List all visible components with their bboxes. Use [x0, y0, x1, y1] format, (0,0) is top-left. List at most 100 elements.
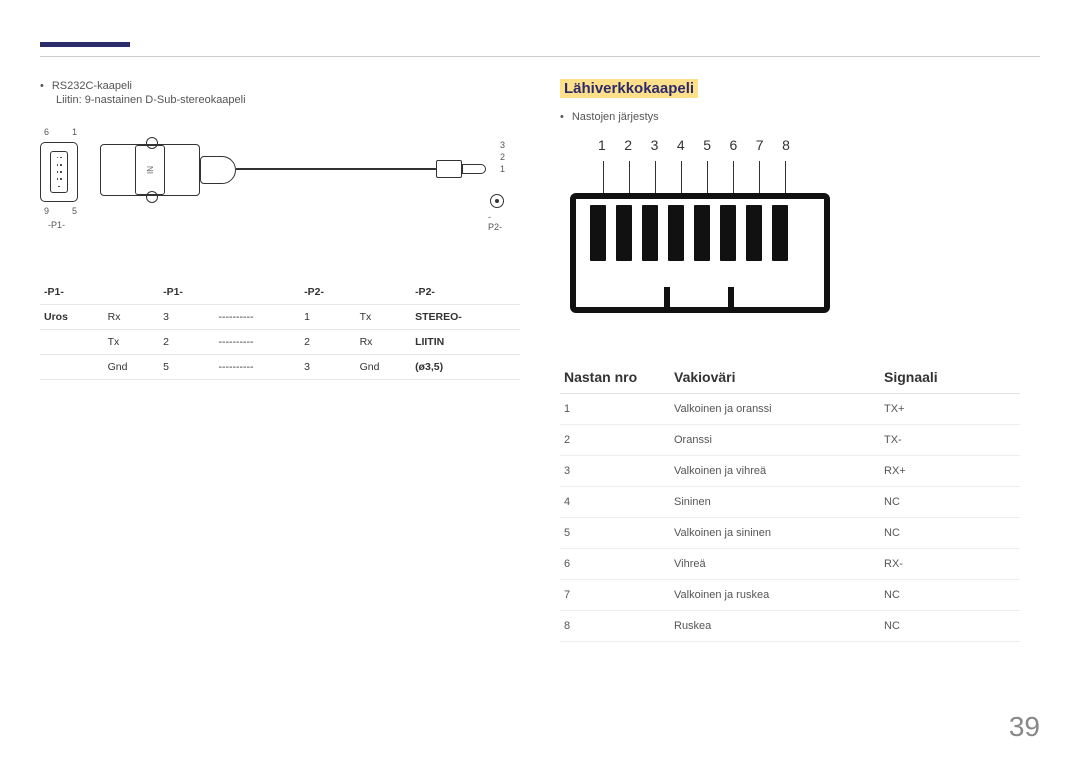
table-cell: 6: [560, 549, 670, 580]
table-cell: STEREO-: [411, 305, 520, 330]
table-cell: 4: [560, 487, 670, 518]
table-cell: Rx: [356, 330, 411, 355]
table-row: 1Valkoinen ja oranssiTX+: [560, 394, 1020, 425]
right-column: Lähiverkkokaapeli Nastojen järjestys 123…: [560, 80, 1040, 642]
table-cell: [40, 330, 104, 355]
table-cell: [40, 355, 104, 380]
table-cell: 7: [560, 580, 670, 611]
table-cell: NC: [880, 518, 1020, 549]
stereo-jack-icon: [490, 194, 504, 208]
table-row: 6VihreäRX-: [560, 549, 1020, 580]
table-row: 7Valkoinen ja ruskeaNC: [560, 580, 1020, 611]
header-accent: [40, 42, 130, 47]
table-cell: NC: [880, 580, 1020, 611]
table-cell: Gnd: [104, 355, 159, 380]
table-row: Tx2----------2RxLIITIN: [40, 330, 520, 355]
table-cell: 2: [560, 425, 670, 456]
table-cell: Valkoinen ja ruskea: [670, 580, 880, 611]
table-cell: TX-: [880, 425, 1020, 456]
pin-label-5: 5: [72, 206, 77, 216]
pin-label-6: 6: [44, 127, 49, 137]
header-line: [40, 56, 1040, 57]
dsub-connector-schematic: [40, 142, 78, 202]
rj45-pin-number: 6: [729, 137, 737, 153]
tip-label-3: 3: [500, 140, 505, 150]
table-cell: Vihreä: [670, 549, 880, 580]
table-cell: TX+: [880, 394, 1020, 425]
p2-label: -P2-: [488, 212, 502, 232]
table-cell: Rx: [104, 305, 159, 330]
th-color: Vakioväri: [670, 361, 880, 394]
cable-strain-relief: [200, 156, 236, 184]
table-cell: Uros: [40, 305, 104, 330]
rs232c-label: RS232C-kaapeli: [52, 80, 132, 92]
table-cell: 3: [300, 355, 355, 380]
tip-label-1: 1: [500, 164, 505, 174]
rj45-pin-number: 3: [651, 137, 659, 153]
rj45-clip: [664, 287, 734, 313]
table-cell: 5: [560, 518, 670, 549]
table-cell: Oranssi: [670, 425, 880, 456]
table-cell: Gnd: [356, 355, 411, 380]
pin-label-9: 9: [44, 206, 49, 216]
table-cell: 3: [560, 456, 670, 487]
rj45-pin-number: 8: [782, 137, 790, 153]
rj45-pin-number: 2: [624, 137, 632, 153]
page-header-rule: [40, 56, 1040, 57]
th-p1a: -P1-: [40, 280, 104, 305]
table-cell: ----------: [215, 305, 301, 330]
table-row: UrosRx3----------1TxSTEREO-: [40, 305, 520, 330]
table-cell: LIITIN: [411, 330, 520, 355]
table-cell: RX-: [880, 549, 1020, 580]
rs232c-pin-table: -P1- -P1- -P2- -P2- UrosRx3----------1Tx…: [40, 280, 520, 380]
rj45-contacts: [590, 205, 788, 261]
rj45-pin-number: 1: [598, 137, 606, 153]
dsub-in-label: IN: [135, 145, 165, 195]
rs232c-subline: Liitin: 9-nastainen D-Sub-stereokaapeli: [56, 94, 520, 106]
bullet-icon: [560, 111, 564, 123]
rj45-diagram: 12345678: [570, 137, 890, 337]
th-blank2: [215, 280, 301, 305]
rj45-pin-number: 7: [756, 137, 764, 153]
table-cell: Valkoinen ja sininen: [670, 518, 880, 549]
table-cell: 3: [159, 305, 214, 330]
table-cell: Valkoinen ja oranssi: [670, 394, 880, 425]
table-cell: Sininen: [670, 487, 880, 518]
lan-section-title: Lähiverkkokaapeli: [560, 80, 698, 97]
table-cell: Ruskea: [670, 611, 880, 642]
lan-title-text: Lähiverkkokaapeli: [560, 79, 698, 98]
table-cell: RX+: [880, 456, 1020, 487]
rj45-pin-numbers: 12345678: [598, 137, 790, 153]
table-cell: 8: [560, 611, 670, 642]
th-signal: Signaali: [880, 361, 1020, 394]
left-column: RS232C-kaapeli Liitin: 9-nastainen D-Sub…: [40, 80, 520, 642]
table-cell: NC: [880, 487, 1020, 518]
table-row: 3Valkoinen ja vihreäRX+: [560, 456, 1020, 487]
table-cell: ----------: [215, 330, 301, 355]
rs232c-cable-diagram: 6 1 9 5 -P1- IN -P2-: [40, 124, 500, 274]
table-row: Gnd5----------3Gnd(ø3,5): [40, 355, 520, 380]
th-blank1: [104, 280, 159, 305]
table-cell: 2: [300, 330, 355, 355]
page-number: 39: [1009, 711, 1040, 743]
table-cell: ----------: [215, 355, 301, 380]
p1-label: -P1-: [48, 220, 65, 230]
rj45-connector-body: [570, 193, 830, 313]
table-cell: 1: [300, 305, 355, 330]
table-cell: Tx: [356, 305, 411, 330]
tip-label-2: 2: [500, 152, 505, 162]
th-p2b: -P2-: [411, 280, 520, 305]
lan-bullet-text: Nastojen järjestys: [572, 111, 659, 123]
table-row: 4SininenNC: [560, 487, 1020, 518]
rs232c-bullet: RS232C-kaapeli: [40, 80, 520, 92]
table-cell: Tx: [104, 330, 159, 355]
th-p1b: -P1-: [159, 280, 214, 305]
table-header-row: Nastan nro Vakioväri Signaali: [560, 361, 1020, 394]
dsub-plug-body: IN: [100, 144, 200, 196]
cable-wire: [236, 168, 436, 170]
bullet-icon: [40, 80, 44, 92]
stereo-plug-sleeve: [436, 160, 462, 178]
table-row: 2OranssiTX-: [560, 425, 1020, 456]
rj45-pin-number: 4: [677, 137, 685, 153]
table-cell: 2: [159, 330, 214, 355]
